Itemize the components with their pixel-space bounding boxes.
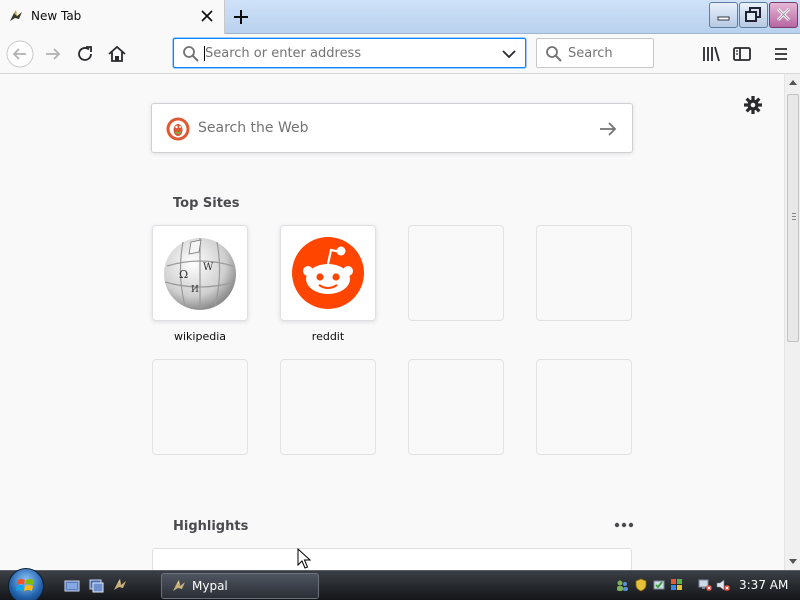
taskbar: Mypal 3:37 AM — [0, 568, 800, 600]
network-users-icon[interactable] — [615, 578, 629, 592]
minimize-button[interactable] — [709, 2, 738, 28]
action-center-icon[interactable] — [670, 578, 684, 592]
top-site-tile-empty[interactable] — [408, 359, 504, 455]
navigation-toolbar: Search or enter address Search — [0, 34, 800, 74]
scroll-down-icon[interactable] — [788, 558, 798, 566]
switch-windows-icon[interactable] — [88, 578, 104, 594]
taskbar-button-label: Mypal — [192, 579, 228, 593]
duckduckgo-icon — [166, 117, 190, 141]
top-site-tile-wikipedia[interactable]: Ω W И — [152, 225, 248, 321]
top-site-label: reddit — [311, 330, 345, 343]
library-icon[interactable] — [698, 41, 724, 67]
restore-button[interactable] — [739, 2, 768, 28]
search-bar[interactable]: Search — [536, 38, 654, 68]
restore-icon — [745, 7, 761, 22]
thumb-grip — [792, 216, 796, 217]
gear-icon[interactable] — [742, 94, 764, 116]
highlights-title: Highlights — [173, 519, 249, 534]
mouse-cursor-icon — [297, 548, 311, 569]
svg-text:W: W — [203, 262, 214, 273]
mypal-icon — [10, 10, 22, 21]
svg-text:И: И — [191, 285, 199, 295]
home-icon[interactable] — [104, 41, 130, 67]
menu-icon[interactable] — [768, 41, 794, 67]
security-shield-icon[interactable] — [634, 578, 648, 592]
top-site-tile-empty[interactable] — [152, 359, 248, 455]
highlight-card[interactable] — [152, 548, 632, 570]
top-site-tile-reddit[interactable] — [280, 225, 376, 321]
close-tab-icon[interactable] — [198, 7, 216, 25]
thumb-grip — [792, 213, 796, 214]
top-site-tile-empty[interactable] — [408, 225, 504, 321]
url-placeholder: Search or enter address — [205, 46, 362, 61]
tab-title: New Tab — [31, 9, 82, 23]
reload-icon[interactable] — [72, 41, 98, 67]
window-controls — [709, 2, 799, 30]
back-icon[interactable] — [6, 40, 34, 68]
svg-text:Ω: Ω — [179, 268, 188, 281]
close-icon — [776, 7, 791, 22]
network-disconnected-icon[interactable] — [698, 578, 712, 592]
reddit-icon — [292, 237, 364, 309]
web-search-placeholder: Search the Web — [198, 120, 309, 136]
close-window-button[interactable] — [769, 2, 798, 28]
new-tab-icon[interactable] — [229, 5, 253, 29]
show-desktop-icon[interactable] — [64, 578, 80, 594]
thumb-grip — [792, 219, 796, 220]
mypal-icon — [173, 580, 185, 591]
sidebar-icon[interactable] — [729, 41, 755, 67]
scrollbar-thumb[interactable] — [787, 94, 799, 342]
top-site-tile-empty[interactable] — [536, 359, 632, 455]
top-site-label: wikipedia — [173, 330, 226, 343]
web-search-box[interactable]: Search the Web — [151, 103, 633, 153]
search-placeholder: Search — [568, 46, 613, 61]
url-bar[interactable]: Search or enter address — [173, 38, 526, 68]
text-caret — [204, 46, 205, 61]
minimize-icon — [717, 16, 730, 21]
windows-logo-icon — [16, 579, 34, 591]
vertical-scrollbar[interactable] — [784, 74, 800, 570]
wikipedia-icon: Ω W И — [164, 238, 236, 310]
safely-remove-icon[interactable] — [652, 578, 666, 592]
search-icon — [546, 46, 562, 62]
chevron-down-icon[interactable] — [501, 47, 517, 61]
arrow-right-icon[interactable] — [598, 120, 618, 138]
scroll-up-icon[interactable] — [788, 78, 798, 86]
system-clock[interactable]: 3:37 AM — [739, 578, 788, 592]
top-site-tile-empty[interactable] — [280, 359, 376, 455]
start-button[interactable] — [8, 568, 44, 600]
tab-bar: New Tab — [0, 0, 800, 34]
taskbar-button-mypal[interactable]: Mypal — [161, 573, 319, 599]
volume-muted-icon[interactable] — [716, 578, 730, 592]
top-site-tile-empty[interactable] — [536, 225, 632, 321]
more-options-icon[interactable] — [613, 520, 635, 530]
new-tab-page: Search the Web Top Sites Ω W И wikipedia — [0, 74, 784, 570]
forward-icon[interactable] — [40, 41, 66, 67]
mypal-quicklaunch-icon[interactable] — [112, 578, 128, 594]
search-icon — [183, 46, 199, 62]
top-sites-title: Top Sites — [173, 196, 240, 211]
tab-new-tab[interactable]: New Tab — [0, 0, 225, 34]
